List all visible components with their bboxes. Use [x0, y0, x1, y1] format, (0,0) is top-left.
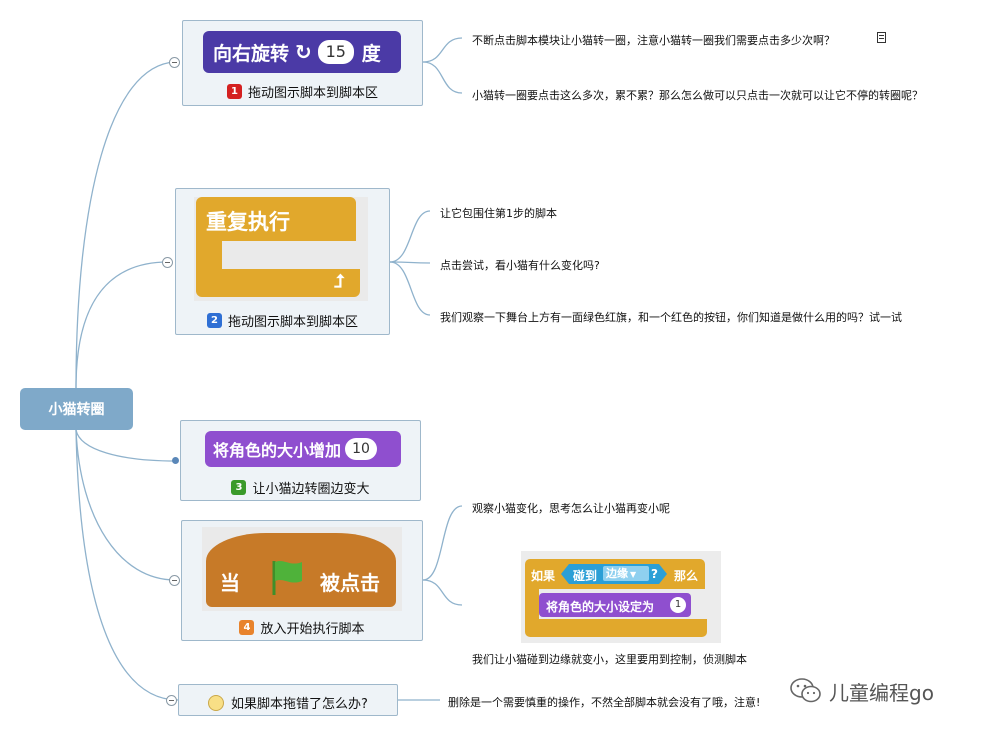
collapse-toggle[interactable] — [169, 575, 180, 586]
set-size-label: 将角色的大小设定为 — [546, 600, 655, 614]
root-node[interactable]: 小猫转圈 — [20, 388, 133, 430]
node-repeat[interactable]: 重复执行 ⮥ 2 拖动图示脚本到脚本区 — [175, 188, 390, 335]
wechat-icon — [790, 678, 821, 703]
connector-lines — [75, 37, 463, 701]
rotate-value: 15 — [317, 40, 354, 64]
collapse-toggle[interactable] — [166, 695, 177, 706]
node-caption: 1 拖动图示脚本到脚本区 — [183, 82, 422, 101]
node-caption: 2 拖动图示脚本到脚本区 — [176, 311, 389, 330]
yellow-circle-icon — [208, 694, 225, 711]
rotate-right-block: 向右旋转 ↻ 15 度 — [203, 31, 401, 73]
question-mark: ? — [651, 567, 658, 581]
node-caption: 如果脚本拖错了怎么办? — [179, 693, 397, 712]
when-text: 当 — [220, 571, 240, 595]
node-rotate[interactable]: 向右旋转 ↻ 15 度 1 拖动图示脚本到脚本区 — [182, 20, 423, 106]
repeat-block: 重复执行 ⮥ — [194, 197, 368, 301]
repeat-block-text: 重复执行 — [206, 210, 290, 234]
touching-label: 碰到 — [573, 569, 598, 583]
collapse-toggle[interactable] — [169, 57, 180, 68]
note-5a: 删除是一个需要慎重的操作，不然全部脚本就会没有了哦，注意! — [448, 696, 761, 709]
change-size-block: 将角色的大小增加 10 — [205, 431, 401, 467]
caption-text: 拖动图示脚本到脚本区 — [227, 315, 358, 330]
caption-text: 拖动图示脚本到脚本区 — [247, 86, 378, 101]
note-2b: 点击尝试，看小猫有什么变化吗? — [440, 259, 600, 272]
clicked-text: 被点击 — [320, 571, 380, 595]
note-icon[interactable] — [877, 32, 886, 43]
change-size-text: 将角色的大小增加 — [213, 441, 342, 460]
loop-arrow-icon: ⮥ — [334, 271, 345, 292]
if-touching-edge-script: 如果 碰到 边缘 ▼ ? 那么 将角色的大小设定为 1 — [521, 551, 721, 643]
caption-text: 让小猫边转圈边变大 — [252, 482, 370, 497]
node-start[interactable]: 当 被点击 4 放入开始执行脚本 — [181, 520, 423, 641]
note-2a: 让它包围住第1步的脚本 — [440, 207, 557, 220]
step-badge-4: 4 — [239, 620, 255, 635]
dropdown-arrow-icon: ▼ — [630, 570, 637, 579]
note-1b: 小猫转一圈要点击这么多次，累不累？那么怎么做可以只点击一次就可以让它不停的转圈呢… — [472, 89, 923, 102]
rotate-clockwise-icon: ↻ — [295, 40, 312, 64]
note-4b: 我们让小猫碰到边缘就变小，这里要用到控制，侦测脚本 — [472, 653, 747, 666]
green-flag-block: 当 被点击 — [202, 527, 402, 611]
note-1a: 不断点击脚本模块让小猫转一圈，注意小猫转一圈我们需要点击多少次啊？ — [472, 34, 835, 47]
step-badge-1: 1 — [226, 84, 242, 99]
branch-dot — [172, 457, 179, 464]
note-2c: 我们观察一下舞台上方有一面绿色红旗，和一个红色的按钮，你们知道是做什么用的吗？试… — [440, 311, 902, 324]
watermark: 儿童编程go — [789, 676, 934, 706]
node-mistake[interactable]: 如果脚本拖错了怎么办? — [178, 684, 398, 716]
set-size-value: 1 — [670, 597, 686, 613]
then-label: 那么 — [674, 569, 699, 583]
edge-label: 边缘 — [606, 567, 628, 580]
green-flag-icon — [272, 560, 302, 595]
caption-text: 如果脚本拖错了怎么办? — [231, 697, 368, 712]
step-badge-3: 3 — [231, 480, 247, 495]
rotate-unit: 度 — [361, 42, 381, 65]
node-caption: 3 让小猫边转圈边变大 — [181, 478, 420, 497]
node-caption: 4 放入开始执行脚本 — [182, 618, 422, 637]
node-grow[interactable]: 将角色的大小增加 10 3 让小猫边转圈边变大 — [180, 420, 421, 501]
caption-text: 放入开始执行脚本 — [260, 622, 365, 637]
edge-dropdown[interactable]: 边缘 ▼ — [603, 566, 649, 581]
step-badge-2: 2 — [206, 313, 222, 328]
root-label: 小猫转圈 — [48, 402, 105, 418]
rotate-block-text: 向右旋转 — [213, 42, 290, 65]
collapse-toggle[interactable] — [162, 257, 173, 268]
if-label: 如果 — [531, 569, 556, 583]
note-4a: 观察小猫变化，思考怎么让小猫再变小呢 — [472, 502, 670, 515]
change-size-value: 10 — [345, 438, 378, 460]
watermark-text: 儿童编程go — [829, 680, 934, 705]
